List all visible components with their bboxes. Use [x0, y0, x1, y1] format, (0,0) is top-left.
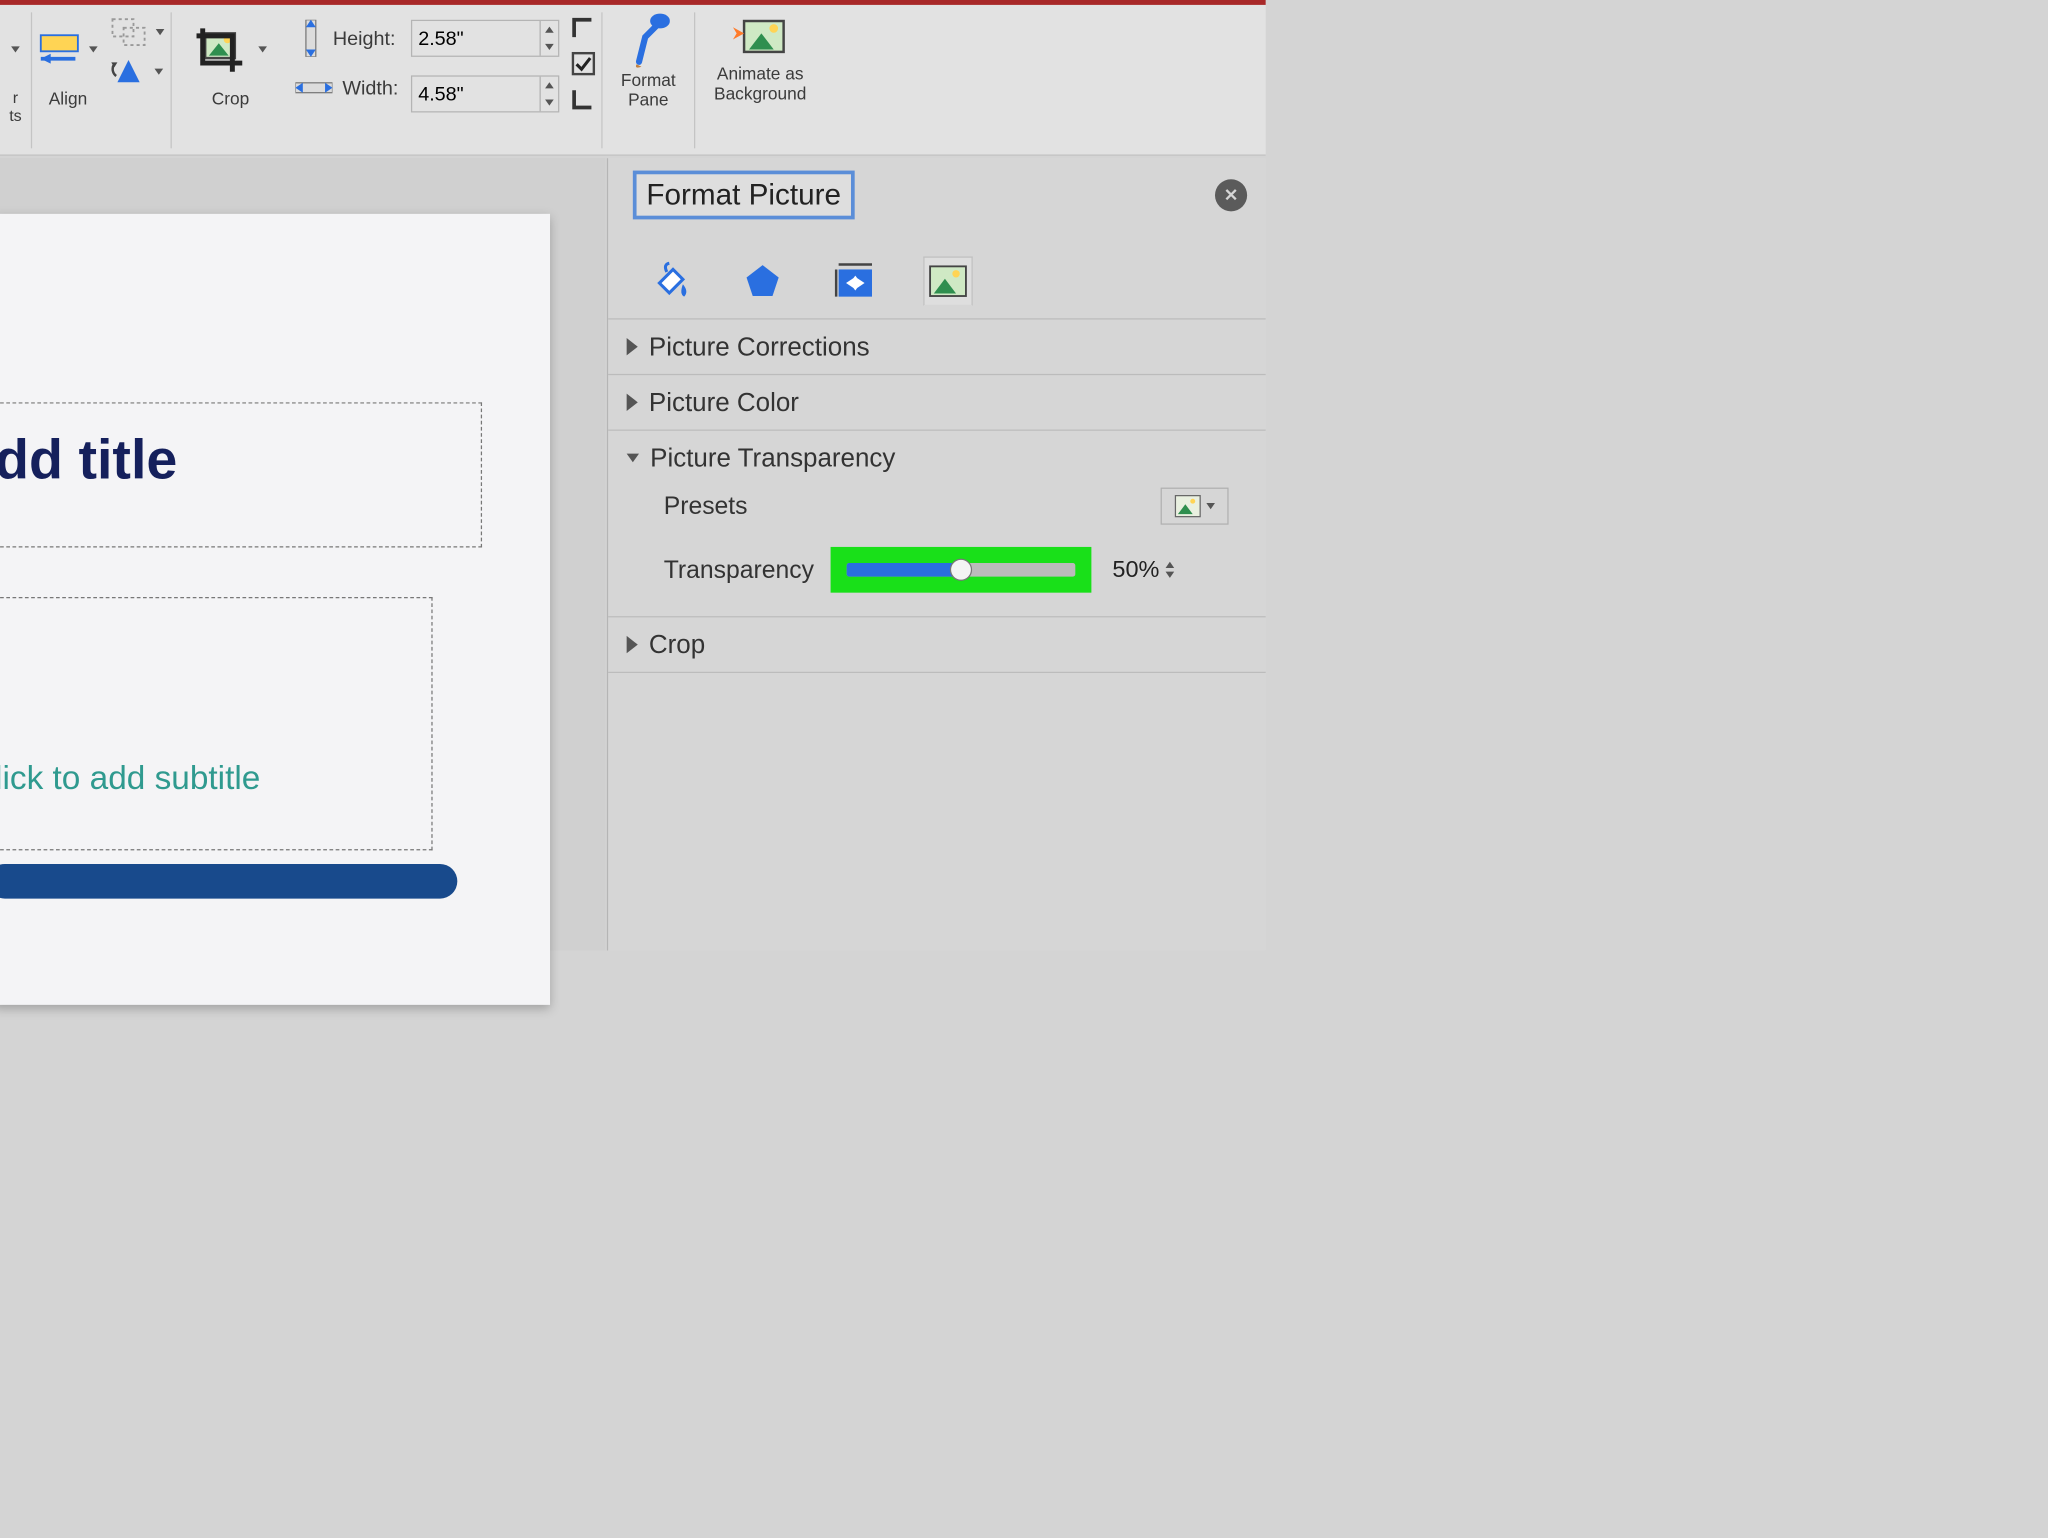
title-placeholder-text: dd title: [0, 429, 177, 491]
crop-icon: [194, 25, 250, 74]
subtitle-placeholder-text: lick to add subtitle: [0, 760, 260, 797]
height-icon: [298, 20, 323, 57]
format-pane-label: Format Pane: [621, 70, 676, 110]
picture-transparency-section: Picture Transparency Presets Transparenc…: [608, 431, 1266, 618]
picture-tab[interactable]: [923, 256, 972, 305]
close-pane-button[interactable]: [1215, 179, 1247, 211]
crop-dropdown[interactable]: Crop: [172, 10, 289, 155]
animate-background-button[interactable]: Animate as Background: [695, 10, 824, 155]
format-pane-title: Format Picture: [633, 171, 855, 220]
pentagon-icon: [743, 261, 783, 301]
picture-color-label: Picture Color: [649, 387, 799, 417]
align-label: Align: [49, 89, 87, 109]
size-properties-icon: [832, 261, 878, 302]
corner-bottom-icon: [571, 88, 593, 110]
crop-section-label: Crop: [649, 630, 705, 660]
height-label: Height:: [333, 27, 396, 50]
decorative-bar: [0, 864, 457, 899]
format-pane-icon: [627, 12, 670, 68]
picture-corrections-section[interactable]: Picture Corrections: [608, 320, 1266, 376]
collapse-icon: [627, 454, 639, 463]
transparency-presets-dropdown[interactable]: [1161, 488, 1229, 525]
slide-canvas[interactable]: dd title lick to add subtitle: [0, 214, 550, 1005]
ribbon-picture-format: r ts Align: [0, 5, 1266, 156]
slide-area: dd title lick to add subtitle: [0, 158, 606, 950]
presets-label: Presets: [664, 492, 831, 520]
title-placeholder[interactable]: dd title: [0, 402, 482, 547]
lock-aspect-checkbox[interactable]: [571, 52, 594, 75]
expand-icon: [627, 394, 638, 411]
picture-corrections-label: Picture Corrections: [649, 332, 870, 362]
transparency-value[interactable]: 50%: [1112, 557, 1159, 584]
align-dropdown[interactable]: Align: [32, 10, 104, 155]
reorder-label-2: ts: [9, 106, 22, 125]
group-dropdown[interactable]: [110, 12, 164, 52]
align-icon: [38, 33, 80, 66]
group-icon: [110, 17, 147, 48]
height-value: 2.58": [418, 27, 464, 50]
transparency-slider-highlight: [831, 547, 1092, 593]
format-pane: Format Picture Picture Corrections Pictu…: [607, 158, 1266, 950]
animate-background-label: Animate as Background: [714, 64, 806, 104]
effects-tab[interactable]: [738, 256, 787, 305]
crop-label: Crop: [212, 89, 250, 109]
reorder-label-1: r: [13, 88, 18, 107]
picture-icon: [929, 265, 967, 297]
paint-bucket-icon: [648, 260, 691, 303]
crop-section[interactable]: Crop: [608, 617, 1266, 673]
picture-color-section[interactable]: Picture Color: [608, 375, 1266, 431]
animate-background-icon: [729, 12, 791, 61]
format-pane-button[interactable]: Format Pane: [602, 10, 694, 155]
transparency-label: Transparency: [664, 556, 818, 584]
width-label: Width:: [342, 76, 398, 99]
expand-icon: [627, 338, 638, 355]
corner-top-icon: [571, 17, 593, 39]
width-value: 4.58": [418, 83, 464, 106]
expand-icon: [627, 636, 638, 653]
width-icon: [295, 75, 332, 100]
subtitle-placeholder[interactable]: lick to add subtitle: [0, 597, 433, 850]
fill-tab[interactable]: [645, 256, 694, 305]
picture-transparency-label: Picture Transparency: [650, 443, 895, 473]
transparency-slider[interactable]: [847, 563, 1076, 577]
height-input[interactable]: 2.58": [411, 20, 559, 57]
preset-picture-icon: [1174, 494, 1201, 517]
rotate-dropdown[interactable]: [111, 52, 163, 92]
rotate-icon: [111, 57, 146, 85]
picture-transparency-header[interactable]: Picture Transparency: [627, 443, 1247, 473]
format-pane-tabs: [608, 232, 1266, 319]
transparency-spinner[interactable]: [1166, 562, 1175, 578]
width-input[interactable]: 4.58": [411, 75, 559, 112]
size-tab[interactable]: [831, 256, 880, 305]
